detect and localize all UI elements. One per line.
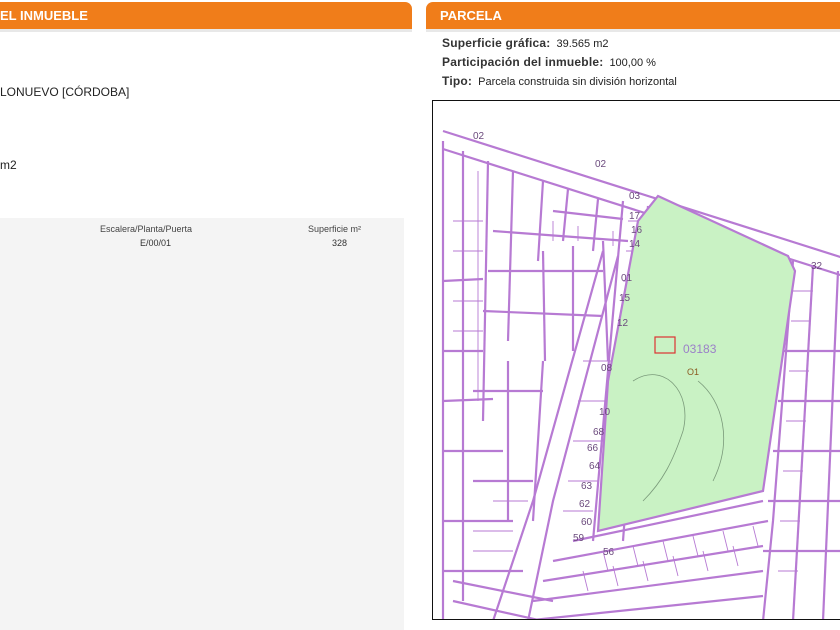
map-label-15: 15: [619, 293, 631, 304]
map-label-01: 01: [621, 273, 633, 284]
construction-table: Escalera/Planta/Puerta Superficie m² E/0…: [0, 218, 404, 630]
inmueble-header-title: EL INMUEBLE: [0, 8, 88, 23]
map-label-56: 56: [603, 547, 615, 558]
row-surface: 328: [332, 238, 348, 248]
map-label-14: 14: [629, 239, 641, 250]
map-label-03: 03: [629, 191, 641, 202]
map-label-02a: 02: [473, 131, 485, 142]
parcel-number: 03183: [683, 342, 717, 356]
participacion-value: 100,00 %: [609, 57, 656, 69]
parcel-shape[interactable]: [596, 194, 797, 533]
map-label-02b: 02: [595, 159, 607, 170]
row-location: E/00/01: [140, 238, 172, 248]
superficie-label: Superficie gráfica:: [442, 36, 551, 50]
map-label-10: 10: [599, 407, 611, 418]
location-value: LONUEVO [CÓRDOBA]: [0, 85, 130, 99]
parcel-sublabel: O1: [687, 367, 699, 377]
col-header-surface: Superficie m²: [308, 224, 362, 234]
map-canvas: 02 02 32 03 01 15 12 08 10 68 66 64 63 6…: [441, 129, 840, 619]
map-label-08: 08: [601, 363, 613, 374]
tipo-label: Tipo:: [442, 74, 473, 88]
map-label-16: 16: [631, 225, 643, 236]
map-label-63: 63: [581, 481, 593, 492]
participacion-label: Participación del inmueble:: [442, 55, 604, 69]
header-shadow: [426, 29, 840, 32]
inmueble-header: EL INMUEBLE: [0, 2, 412, 32]
map-label-60: 60: [581, 517, 593, 528]
cadastral-map[interactable]: 02 02 32 03 01 15 12 08 10 68 66 64 63 6…: [432, 100, 840, 620]
superficie-value: 39.565 m2: [556, 38, 609, 50]
participacion-row: Participación del inmueble: 100,00 %: [442, 55, 656, 69]
map-label-17: 17: [629, 211, 641, 222]
map-label-62: 62: [579, 499, 591, 510]
header-shadow: [0, 29, 412, 32]
map-label-68: 68: [593, 427, 605, 438]
map-label-12: 12: [617, 318, 629, 329]
map-label-32: 32: [811, 261, 823, 272]
parcela-header-title: PARCELA: [440, 8, 502, 23]
tipo-row: Tipo: Parcela construida sin división hor…: [442, 74, 677, 88]
map-label-64: 64: [589, 461, 601, 472]
superficie-row: Superficie gráfica: 39.565 m2: [442, 36, 609, 50]
map-label-59: 59: [573, 533, 585, 544]
parcela-header: PARCELA: [426, 2, 840, 32]
map-label-66: 66: [587, 443, 599, 454]
tipo-value: Parcela construida sin división horizont…: [478, 76, 677, 88]
surface-value: m2: [0, 158, 17, 172]
col-header-location: Escalera/Planta/Puerta: [100, 224, 193, 234]
